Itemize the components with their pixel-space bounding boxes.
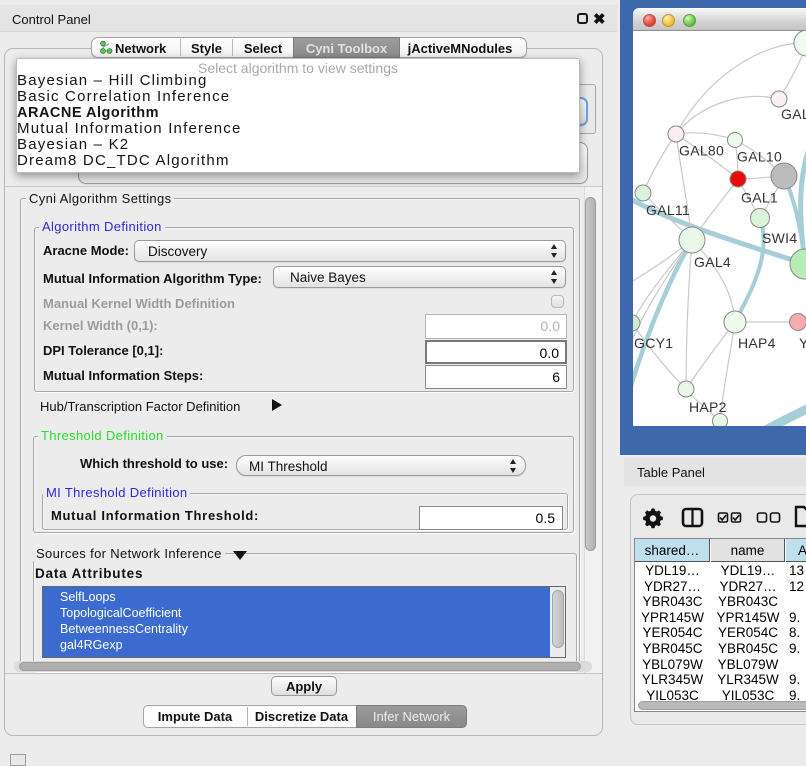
svg-text:HAP2: HAP2 bbox=[689, 399, 727, 415]
svg-text:GAL4: GAL4 bbox=[694, 254, 731, 270]
svg-text:GAL1: GAL1 bbox=[741, 190, 778, 206]
svg-text:Y: Y bbox=[799, 335, 806, 351]
svg-text:HAP4: HAP4 bbox=[738, 335, 776, 351]
svg-text:GCY1: GCY1 bbox=[634, 335, 673, 351]
svg-text:SWI4: SWI4 bbox=[762, 230, 797, 246]
svg-text:GAL10: GAL10 bbox=[737, 149, 782, 165]
svg-text:GAL7: GAL7 bbox=[781, 106, 806, 122]
svg-text:GAL11: GAL11 bbox=[646, 202, 690, 218]
svg-text:GAL80: GAL80 bbox=[679, 143, 724, 159]
